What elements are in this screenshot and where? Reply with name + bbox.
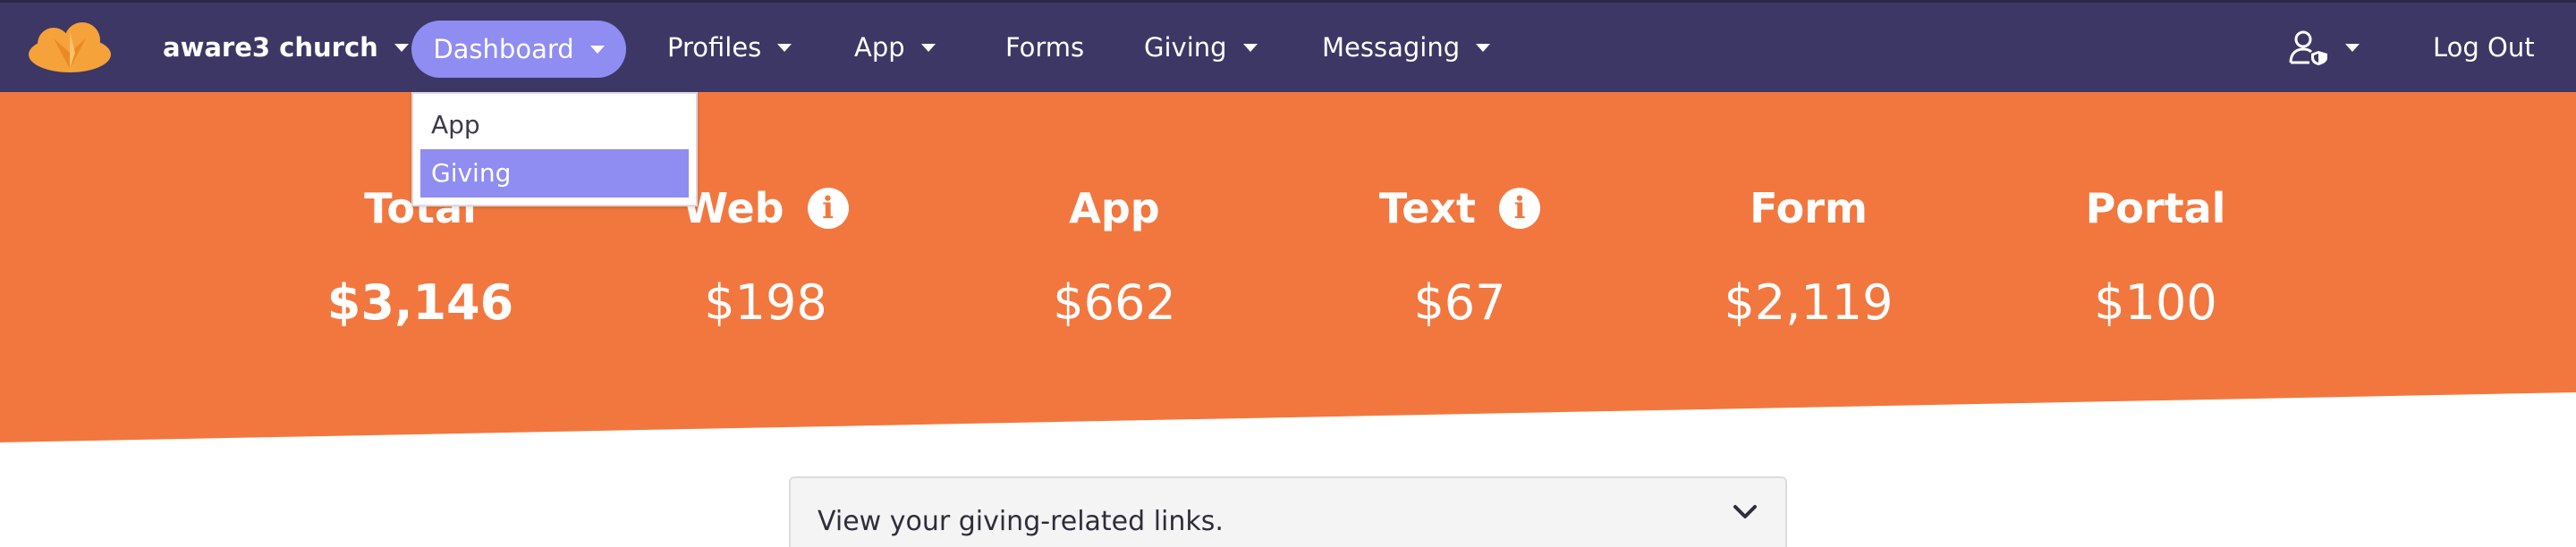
caret-down-icon	[394, 43, 409, 52]
chevron-down-icon[interactable]	[1732, 503, 1758, 521]
stat-label: Text	[1378, 184, 1477, 232]
stat-label: Web	[682, 184, 784, 232]
nav-profiles[interactable]: Profiles	[667, 3, 792, 92]
stat-portal: Portal $100	[1995, 181, 2317, 331]
nav-giving[interactable]: Giving	[1144, 3, 1258, 92]
dashboard-dropdown-menu: App Giving	[411, 92, 698, 206]
stat-value: $198	[704, 274, 827, 331]
stat-value: $100	[2094, 274, 2217, 331]
nav-messaging-label: Messaging	[1322, 32, 1461, 63]
stat-text: Text i $67	[1299, 181, 1621, 331]
user-menu[interactable]	[2288, 3, 2360, 92]
info-icon[interactable]: i	[1499, 188, 1541, 229]
nav-profiles-label: Profiles	[667, 32, 762, 63]
accordion-title: View your giving-related links.	[818, 505, 1224, 537]
stat-value: $662	[1053, 274, 1176, 331]
caret-down-icon	[920, 43, 936, 52]
stat-form: Form $2,119	[1648, 181, 1970, 331]
giving-summary-hero: Total $3,146 Web i $198 App $662 Text i …	[0, 92, 2576, 442]
caret-down-icon	[2345, 43, 2360, 52]
logout-link[interactable]: Log Out	[2433, 3, 2535, 92]
stat-value: $67	[1413, 274, 1506, 331]
church-name: aware3 church	[163, 32, 378, 63]
nav-app-label: App	[854, 32, 905, 63]
user-shield-icon	[2289, 30, 2327, 65]
stat-app: App $662	[953, 181, 1275, 331]
nav-dashboard-label: Dashboard	[433, 34, 574, 64]
stat-label: Form	[1750, 184, 1868, 232]
nav-app[interactable]: App	[854, 3, 936, 92]
dropdown-item-giving[interactable]: Giving	[420, 149, 689, 198]
stat-value: $3,146	[326, 274, 514, 331]
caret-down-icon	[589, 45, 605, 54]
caret-down-icon	[777, 43, 792, 52]
stat-label: App	[1069, 184, 1160, 232]
stat-label: Portal	[2085, 184, 2226, 232]
caret-down-icon	[1242, 43, 1258, 52]
dropdown-item-app[interactable]: App	[420, 101, 689, 149]
nav-forms[interactable]: Forms	[1005, 3, 1084, 92]
nav-giving-label: Giving	[1144, 32, 1227, 63]
caret-down-icon	[1476, 43, 1491, 52]
giving-links-accordion[interactable]: View your giving-related links.	[789, 476, 1787, 547]
church-switcher[interactable]: aware3 church	[163, 3, 409, 92]
nav-dashboard[interactable]: Dashboard	[411, 21, 626, 78]
nav-messaging[interactable]: Messaging	[1322, 3, 1491, 92]
nav-forms-label: Forms	[1005, 32, 1085, 63]
stat-value: $2,119	[1724, 274, 1894, 331]
top-navbar: aware3 church Dashboard Profiles App For…	[0, 0, 2576, 92]
aware3-logo[interactable]	[27, 21, 113, 72]
info-icon[interactable]: i	[807, 188, 849, 229]
